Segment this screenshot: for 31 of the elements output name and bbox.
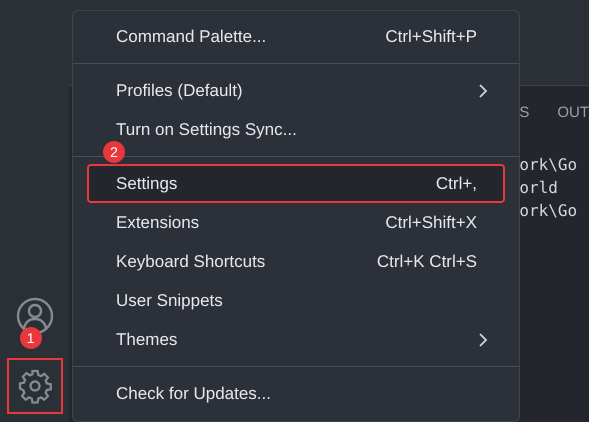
menu-item[interactable]: Keyboard Shortcuts Ctrl+K Ctrl+S	[87, 242, 505, 281]
panel-tab[interactable]: S	[519, 102, 530, 124]
terminal-line: orld	[519, 176, 559, 198]
menu-item-label: Keyboard Shortcuts	[116, 250, 266, 273]
account-icon	[16, 297, 54, 335]
shortcut-text: Ctrl+Shift+P	[385, 26, 477, 48]
menu-item[interactable]: Command Palette... Ctrl+Shift+P	[87, 17, 505, 56]
menu-item-label: Settings	[116, 172, 178, 195]
settings-icon	[16, 368, 53, 404]
terminal-line: ork\Go	[519, 200, 578, 222]
menu-item-label: Check for Updates...	[116, 382, 271, 405]
menu-item[interactable]: User Snippets	[87, 281, 505, 320]
menu-item-label: Extensions	[116, 212, 200, 234]
terminal-line: ork\Go	[519, 154, 578, 176]
shortcut-text: Ctrl+Shift+X	[385, 212, 477, 234]
shortcut-text: Ctrl+K Ctrl+S	[376, 250, 477, 273]
menu-item[interactable]: Profiles (Default)	[87, 71, 505, 110]
menu-item-label: User Snippets	[116, 290, 223, 312]
panel-tab[interactable]: OUT	[557, 102, 589, 124]
menu-item-label: Themes	[116, 328, 178, 351]
menu-item[interactable]: Check for Updates...	[87, 374, 505, 413]
menu-item-label: Command Palette...	[116, 26, 266, 48]
menu-item[interactable]: Extensions Ctrl+Shift+X	[87, 203, 505, 242]
callout-badge: 2	[103, 141, 125, 163]
callout-badge: 1	[20, 327, 42, 349]
menu-item[interactable]: Settings Ctrl+,	[87, 164, 505, 203]
shortcut-text: Ctrl+,	[436, 172, 477, 195]
menu-item-label: Turn on Settings Sync...	[116, 118, 297, 141]
menu-item-label: Profiles (Default)	[116, 80, 243, 102]
menu-item[interactable]: Themes	[87, 320, 505, 359]
manage-button[interactable]	[6, 358, 63, 414]
